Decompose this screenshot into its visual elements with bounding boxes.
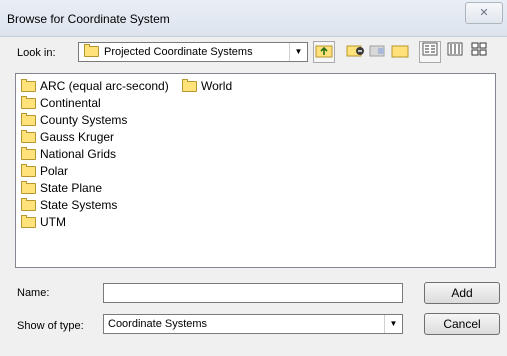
list-item-label: Gauss Kruger [40, 130, 115, 144]
list-item[interactable]: World [182, 79, 232, 93]
window-title: Browse for Coordinate System [7, 12, 170, 26]
close-icon: ✕ [479, 7, 489, 19]
folder-icon [21, 198, 36, 212]
list-item[interactable]: UTM [21, 215, 66, 229]
list-item-label: ARC (equal arc-second) [40, 79, 169, 93]
list-item-label: State Systems [40, 198, 118, 212]
name-input[interactable] [103, 283, 403, 303]
disconnect-folder-button[interactable] [367, 41, 389, 63]
name-label: Name: [17, 287, 50, 299]
thumbnails-view-icon [471, 42, 487, 56]
cancel-button[interactable]: Cancel [424, 313, 500, 335]
list-item-label: UTM [40, 215, 66, 229]
show-of-type-dropdown[interactable]: Coordinate Systems ▼ [103, 314, 403, 334]
list-item[interactable]: County Systems [21, 113, 127, 127]
list-item-label: National Grids [40, 147, 117, 161]
chevron-down-icon[interactable]: ▼ [289, 43, 307, 61]
new-folder-button[interactable] [389, 41, 411, 63]
list-item-label: World [201, 79, 233, 93]
list-item[interactable]: Gauss Kruger [21, 130, 114, 144]
new-folder-icon [391, 45, 409, 58]
folder-icon [21, 79, 36, 93]
thumbnails-view-button[interactable] [468, 41, 490, 63]
list-item-label: Continental [40, 96, 101, 110]
look-in-dropdown[interactable]: Projected Coordinate Systems ▼ [78, 42, 308, 62]
details-view-button[interactable] [444, 41, 466, 63]
list-item[interactable]: State Plane [21, 181, 102, 195]
list-item-label: Polar [40, 164, 69, 178]
show-of-type-value: Coordinate Systems [108, 318, 208, 330]
folder-icon [21, 164, 36, 178]
list-item[interactable]: ARC (equal arc-second) [21, 79, 169, 93]
list-item[interactable]: National Grids [21, 147, 116, 161]
list-item[interactable]: State Systems [21, 198, 117, 212]
connect-folder-button[interactable] [345, 41, 367, 63]
list-item[interactable]: Continental [21, 96, 101, 110]
folder-icon [21, 215, 36, 229]
folder-icon [182, 79, 197, 93]
up-one-level-button[interactable] [313, 41, 335, 63]
list-item[interactable]: Polar [21, 164, 68, 178]
folder-icon [21, 181, 36, 195]
folder-icon [84, 44, 99, 57]
disconnect-folder-icon [369, 45, 385, 57]
details-view-icon [447, 42, 463, 56]
folder-icon [21, 96, 36, 110]
add-button[interactable]: Add [424, 282, 500, 304]
look-in-label: Look in: [17, 47, 56, 59]
folder-icon [21, 147, 36, 161]
list-view-button[interactable] [419, 41, 441, 63]
close-button[interactable]: ✕ [465, 2, 503, 24]
title-bar: Browse for Coordinate System ✕ [0, 0, 507, 37]
connect-folder-icon [346, 45, 364, 57]
list-item-label: State Plane [40, 181, 103, 195]
up-one-level-icon [315, 45, 333, 58]
chevron-down-icon[interactable]: ▼ [384, 315, 402, 333]
folder-icon [21, 113, 36, 127]
list-item-label: County Systems [40, 113, 128, 127]
list-view-icon [422, 42, 438, 56]
coordinate-system-list[interactable]: ARC (equal arc-second) World Continental… [15, 73, 496, 268]
show-of-type-label: Show of type: [17, 320, 84, 332]
look-in-value: Projected Coordinate Systems [104, 46, 253, 58]
folder-icon [21, 130, 36, 144]
